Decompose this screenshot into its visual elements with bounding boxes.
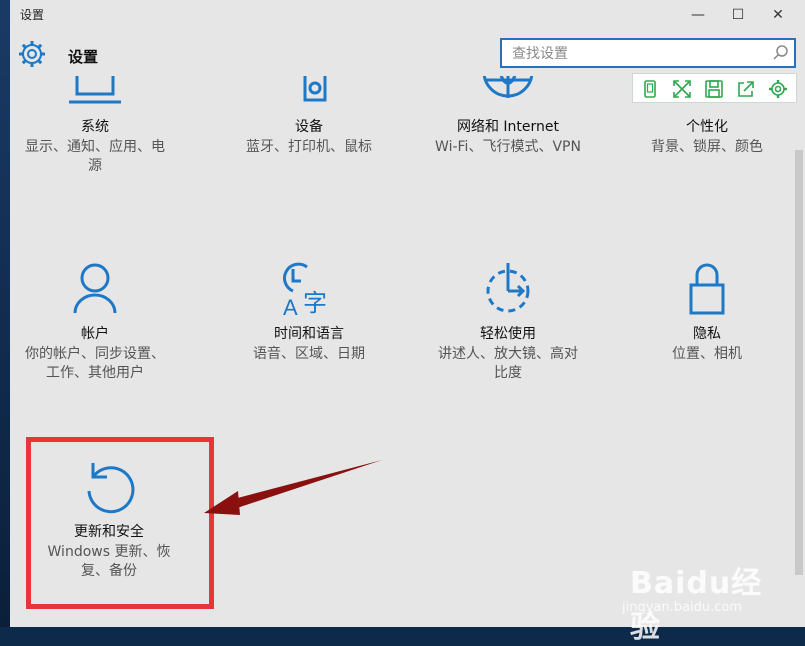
watermark: Baidu经验 jingyan.baidu.com: [622, 540, 782, 645]
tile-accounts[interactable]: 帐户 你的帐户、同步设置、 工作、其他用户: [10, 261, 190, 383]
tile-personalization[interactable]: 个性化 背景、锁屏、颜色: [612, 76, 800, 157]
search-input[interactable]: [510, 43, 764, 65]
close-button[interactable]: ✕: [763, 4, 793, 26]
arrow-annotation: [204, 460, 382, 515]
tile-desc: 讲述人、放大镜、高对 比度: [438, 346, 578, 381]
tile-privacy[interactable]: 隐私 位置、相机: [612, 261, 800, 364]
globe-icon: [482, 76, 534, 98]
tile-system[interactable]: 系统 显示、通知、应用、电源: [10, 76, 190, 176]
time-language-icon: A字: [283, 262, 327, 319]
tile-desc: 语音、区域、日期: [253, 346, 365, 362]
tile-name: 设备: [295, 119, 323, 135]
gear-icon: [19, 41, 45, 67]
devices-icon: [303, 76, 327, 102]
tile-name: 隐私: [693, 326, 721, 342]
tile-name: 帐户: [81, 326, 109, 342]
personalization-icon: [612, 76, 800, 112]
tile-name: 个性化: [686, 119, 728, 135]
tile-desc: 蓝牙、打印机、鼠标: [246, 139, 372, 155]
tile-devices[interactable]: 设备 蓝牙、打印机、鼠标: [214, 76, 404, 157]
tile-desc: 显示、通知、应用、电源: [25, 139, 165, 174]
tile-network[interactable]: 网络和 Internet Wi-Fi、飞行模式、VPN: [413, 76, 603, 157]
tile-name: 网络和 Internet: [456, 119, 560, 135]
lock-icon: [689, 263, 725, 315]
timer-icon: [486, 263, 530, 313]
tile-desc: 背景、锁屏、颜色: [651, 139, 763, 155]
user-icon: [73, 263, 117, 314]
watermark-url: jingyan.baidu.com: [622, 600, 742, 615]
settings-header: 设置: [10, 36, 805, 76]
search-box[interactable]: [500, 38, 796, 68]
minimize-button[interactable]: —: [683, 4, 713, 26]
scrollbar[interactable]: [795, 150, 803, 575]
tile-name: 轻松使用: [480, 326, 536, 342]
window-title: 设置: [20, 8, 45, 22]
desktop-edge: [0, 0, 10, 627]
tile-ease-of-access[interactable]: 轻松使用 讲述人、放大镜、高对 比度: [413, 261, 603, 383]
maximize-button[interactable]: ☐: [723, 4, 753, 26]
tile-name: 时间和语言: [274, 326, 344, 342]
tile-time-language[interactable]: A字 时间和语言 语音、区域、日期: [214, 261, 404, 364]
svg-text:字: 字: [303, 289, 327, 317]
highlight-box: [26, 437, 214, 609]
settings-window: 设置 — ☐ ✕ 设置 查找设置 系统 显示、通知、应用、电 源 设备 蓝牙、打…: [10, 0, 805, 645]
page-title: 设置: [68, 48, 99, 66]
tile-desc: 你的帐户、同步设置、 工作、其他用户: [25, 346, 165, 381]
tile-desc: 位置、相机: [672, 346, 742, 362]
title-bar: 设置 — ☐ ✕: [10, 0, 805, 30]
tile-name: 系统: [81, 119, 109, 135]
svg-text:A: A: [283, 295, 298, 319]
tile-desc: Wi-Fi、飞行模式、VPN: [435, 139, 581, 155]
search-icon[interactable]: [772, 44, 790, 62]
laptop-icon: [69, 76, 121, 104]
